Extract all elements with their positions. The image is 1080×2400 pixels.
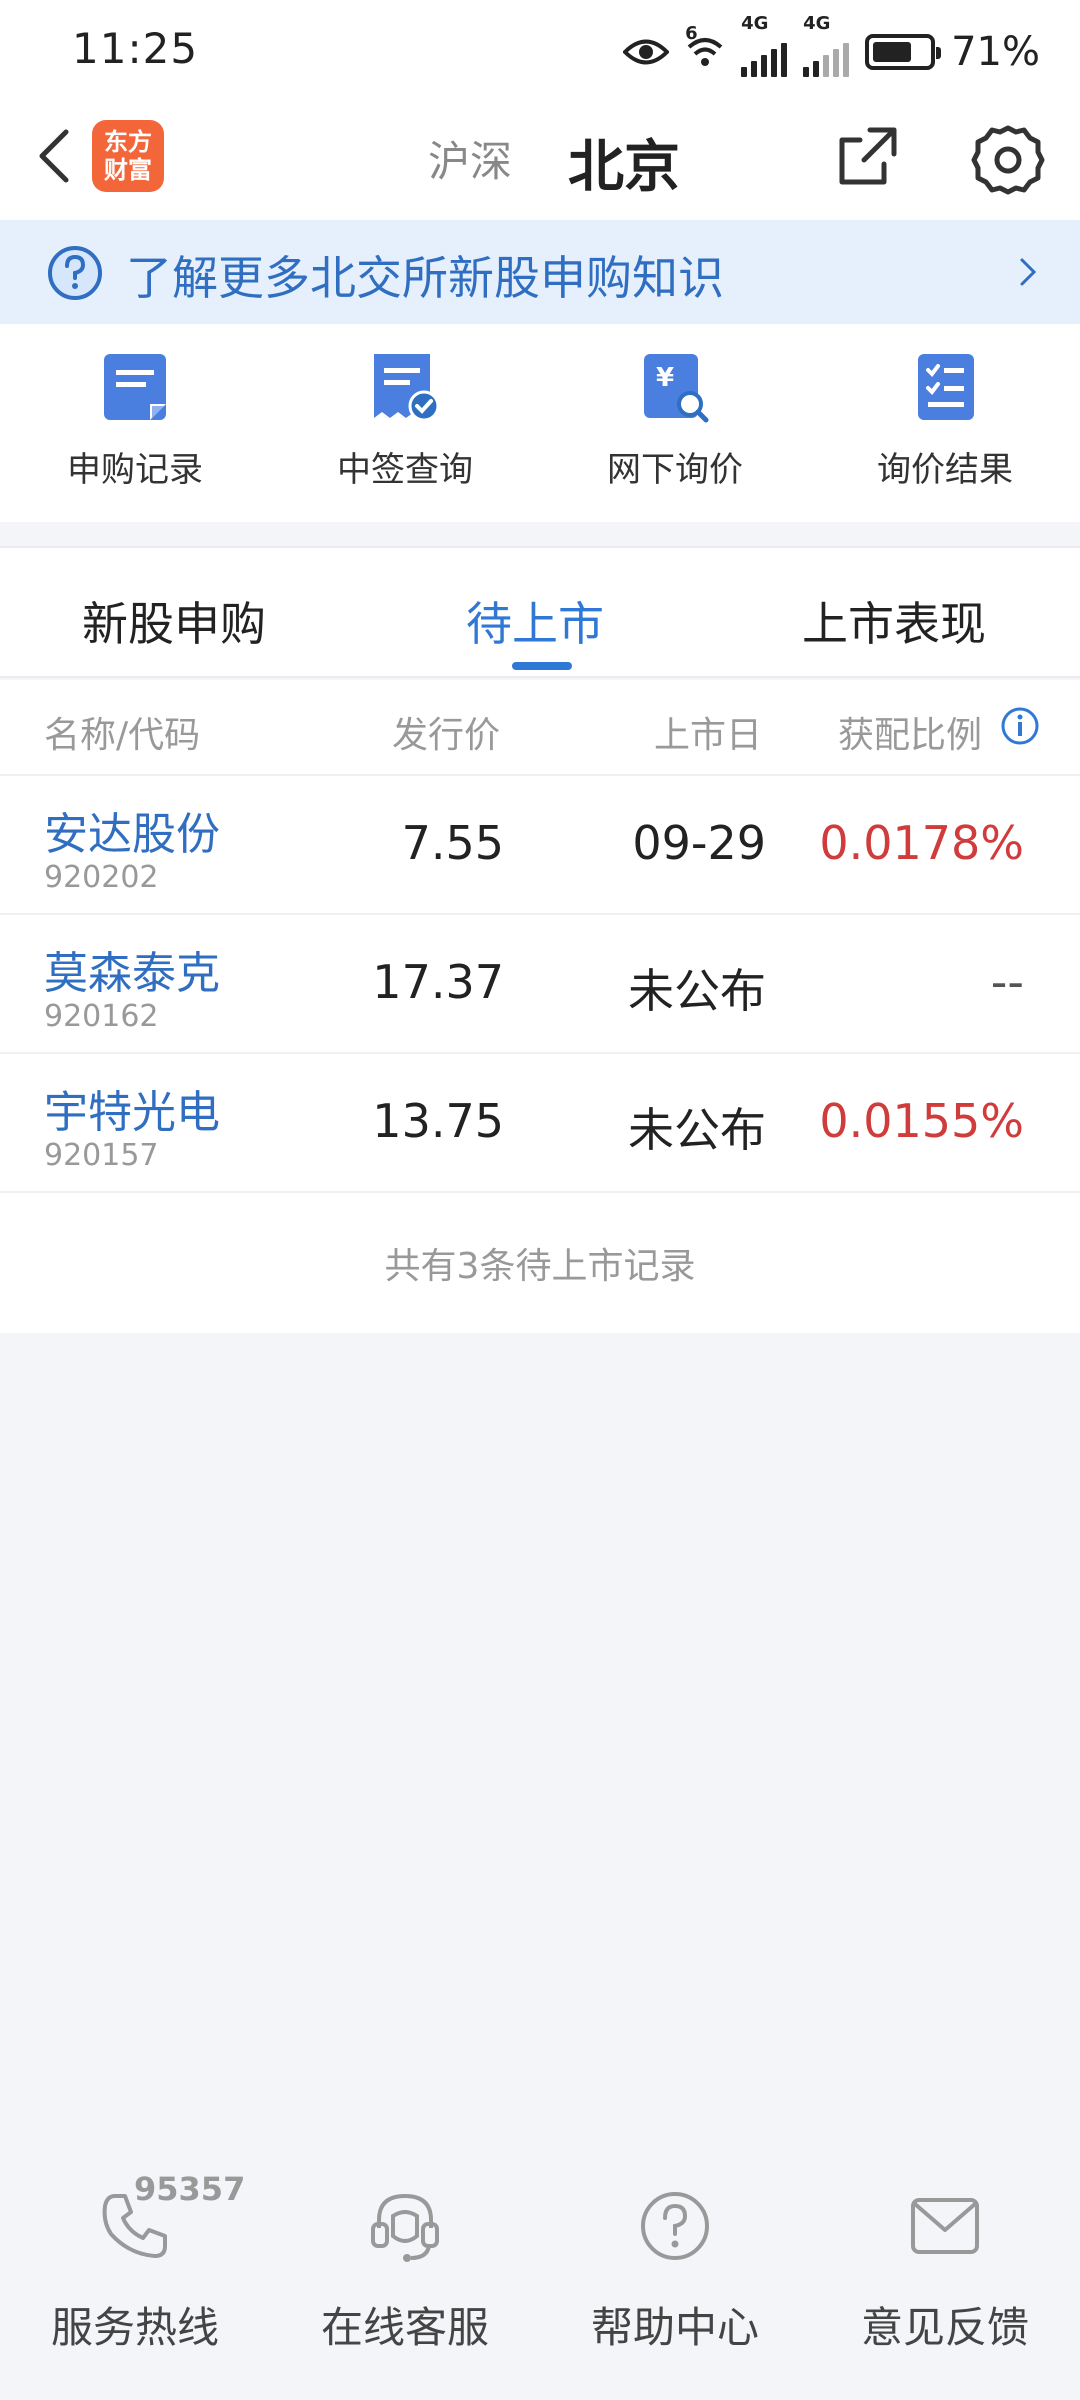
- stock-code: 920162: [44, 999, 159, 1034]
- share-icon[interactable]: [836, 124, 900, 188]
- wifi-icon: 6: [685, 23, 725, 69]
- logo-line-2: 财富: [104, 156, 152, 184]
- tab-pending-listing[interactable]: 待上市: [466, 588, 604, 654]
- banner-text: 了解更多北交所新股申购知识: [126, 251, 724, 305]
- ipo-tabs: 新股申购 待上市 上市表现: [0, 546, 1080, 678]
- headset-icon: [371, 2193, 439, 2262]
- table-row[interactable]: 安达股份 920202 7.55 09-29 0.0178%: [0, 776, 1080, 915]
- quick-item-label: 询价结果: [877, 450, 1013, 490]
- quick-item-subscription-records[interactable]: 申购记录: [0, 324, 270, 522]
- table-row[interactable]: 宇特光电 920157 13.75 未公布 0.0155%: [0, 1054, 1080, 1193]
- network-type-1: 4G: [741, 13, 769, 34]
- tab-beijing[interactable]: 北京: [568, 122, 680, 203]
- mail-icon: [911, 2198, 979, 2254]
- feedback-button[interactable]: 意见反馈: [810, 2150, 1080, 2400]
- app-header: 东方 财富 沪深 北京: [0, 100, 1080, 220]
- allocation-ratio: --: [990, 955, 1024, 1009]
- allocation-ratio: 0.0155%: [819, 1094, 1024, 1148]
- knowledge-banner[interactable]: 了解更多北交所新股申购知识: [0, 220, 1080, 324]
- hotline-number: 95357: [134, 2170, 246, 2208]
- network-type-2: 4G: [803, 13, 831, 34]
- stock-name: 宇特光电: [44, 1087, 220, 1138]
- battery-icon: [865, 34, 942, 70]
- eye-icon: [623, 37, 670, 67]
- quick-item-label: 申购记录: [67, 450, 203, 490]
- records-count-note: 共有3条待上市记录: [384, 1246, 696, 1287]
- online-support-button[interactable]: 在线客服: [270, 2150, 540, 2400]
- document-icon: [104, 354, 166, 420]
- listing-date: 未公布: [628, 1103, 766, 1157]
- quick-item-inquiry-results[interactable]: 询价结果: [810, 324, 1080, 522]
- info-icon[interactable]: [1000, 706, 1040, 746]
- cellular-signal-2: 4G: [803, 13, 850, 77]
- stock-code: 920202: [44, 860, 159, 895]
- service-label: 服务热线: [50, 2303, 219, 2352]
- table-header: 名称/代码 发行价 上市日 获配比例: [0, 680, 1080, 776]
- tab-new-subscription[interactable]: 新股申购: [82, 588, 266, 654]
- allocation-ratio: 0.0178%: [819, 816, 1024, 870]
- cellular-signal-1: 4G: [741, 13, 788, 77]
- status-bar: 11:25 6 4G 4G 71%: [0, 0, 1080, 100]
- issue-price: 17.37: [372, 955, 504, 1009]
- header-name-code: 名称/代码: [44, 715, 201, 756]
- quick-item-lottery-query[interactable]: 中签查询: [270, 324, 540, 522]
- stock-name: 莫森泰克: [44, 948, 220, 999]
- tab-shanghai-shenzhen[interactable]: 沪深: [428, 128, 512, 189]
- service-label: 意见反馈: [860, 2303, 1029, 2352]
- svg-text:¥: ¥: [656, 363, 674, 393]
- issue-price: 7.55: [401, 816, 504, 870]
- service-label: 帮助中心: [590, 2303, 759, 2352]
- help-icon: [641, 2192, 709, 2260]
- checklist-icon: [918, 354, 974, 420]
- table-row[interactable]: 莫森泰克 920162 17.37 未公布 --: [0, 915, 1080, 1054]
- listing-date: 09-29: [632, 816, 766, 870]
- tab-listing-performance[interactable]: 上市表现: [802, 588, 986, 654]
- back-icon[interactable]: [30, 126, 80, 186]
- header-allocation-ratio: 获配比例: [838, 715, 983, 756]
- header-listing-date: 上市日: [654, 715, 763, 756]
- status-time: 11:25: [72, 24, 199, 73]
- service-hotline-button[interactable]: 95357 服务热线: [0, 2150, 270, 2400]
- stock-name: 安达股份: [44, 809, 220, 860]
- status-icons: 6 4G 4G 71%: [623, 13, 1040, 80]
- question-icon: [48, 246, 102, 300]
- service-label: 在线客服: [320, 2303, 489, 2352]
- receipt-check-icon: [374, 354, 440, 422]
- battery-percent: 71%: [951, 29, 1040, 75]
- quick-menu: 申购记录 中签查询 ¥ 网下询价 询价结果: [0, 324, 1080, 522]
- stock-code: 920157: [44, 1138, 159, 1173]
- quick-item-label: 网下询价: [607, 450, 743, 490]
- quick-item-offline-inquiry[interactable]: ¥ 网下询价: [540, 324, 810, 522]
- price-search-icon: ¥: [644, 354, 709, 423]
- logo-line-1: 东方: [104, 128, 152, 156]
- help-center-button[interactable]: 帮助中心: [540, 2150, 810, 2400]
- active-tab-indicator: [512, 662, 572, 670]
- quick-item-label: 中签查询: [337, 450, 473, 490]
- wifi-tag: 6: [685, 23, 698, 44]
- bottom-service-bar: 95357 服务热线 在线客服 帮助中心 意见反馈: [0, 2150, 1080, 2400]
- app-logo: 东方 财富: [92, 120, 164, 192]
- chevron-right-icon: [1020, 258, 1037, 286]
- header-issue-price: 发行价: [392, 715, 501, 756]
- issue-price: 13.75: [372, 1094, 504, 1148]
- listing-date: 未公布: [628, 964, 766, 1018]
- gear-icon[interactable]: [970, 122, 1046, 198]
- pending-listing-table: 名称/代码 发行价 上市日 获配比例 安达股份 920202 7.55 09-2…: [0, 680, 1080, 1333]
